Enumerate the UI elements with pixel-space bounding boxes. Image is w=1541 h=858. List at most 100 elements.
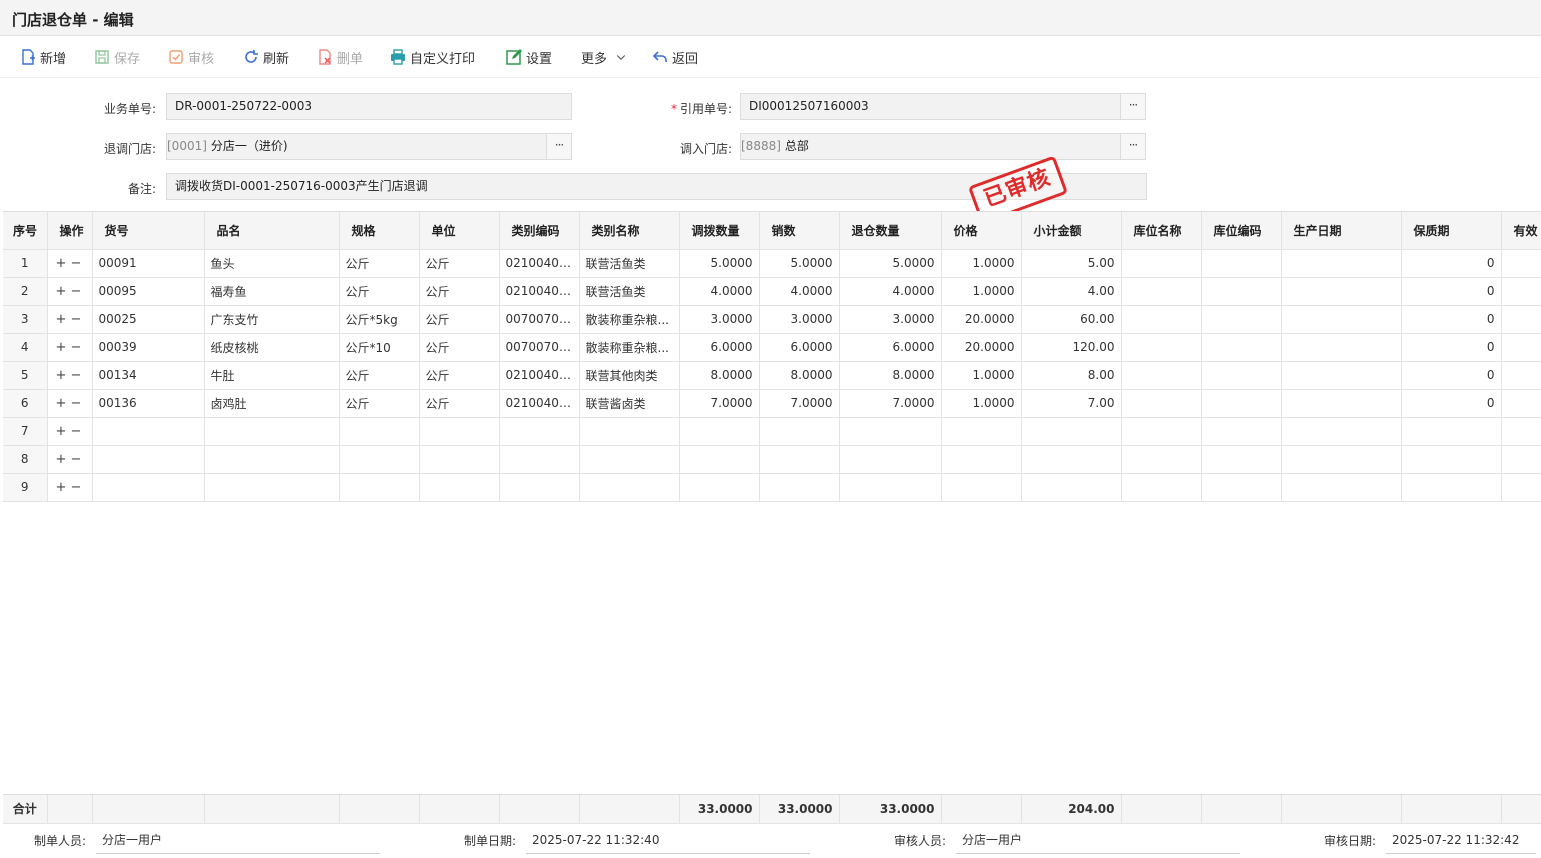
out-store-lookup-button[interactable]: ···	[546, 133, 572, 160]
save-button[interactable]: 保存	[94, 46, 140, 68]
cell-transfer-qty[interactable]: 5.0000	[679, 249, 760, 278]
cell-sales[interactable]: 7.0000	[759, 389, 840, 418]
cell-bin-name[interactable]	[1121, 445, 1202, 474]
cell-name[interactable]: 牛肚	[204, 361, 340, 390]
cell-price[interactable]: 1.0000	[941, 277, 1022, 306]
cell-cat-name[interactable]: 联营酱卤类	[579, 389, 680, 418]
in-store-lookup-button[interactable]: ···	[1120, 133, 1146, 160]
table-row[interactable]: 8 + −	[3, 445, 1541, 474]
cell-transfer-qty[interactable]: 4.0000	[679, 277, 760, 306]
cell-cat-name[interactable]: 联营其他肉类	[579, 361, 680, 390]
row-add-remove-buttons[interactable]: + −	[47, 249, 93, 278]
header-ops[interactable]: 操作	[47, 212, 93, 250]
cell-shelf-life[interactable]	[1401, 445, 1502, 474]
cell-bin-code[interactable]	[1201, 361, 1282, 390]
cell-return-qty[interactable]: 4.0000	[839, 277, 942, 306]
table-row[interactable]: 7 + −	[3, 417, 1541, 446]
cell-mfg-date[interactable]	[1281, 473, 1402, 502]
cell-subtotal[interactable]	[1021, 473, 1122, 502]
cell-valid[interactable]	[1501, 473, 1541, 502]
ref-no-lookup-button[interactable]: ···	[1120, 93, 1146, 120]
cell-unit[interactable]	[419, 473, 500, 502]
cell-price[interactable]: 20.0000	[941, 333, 1022, 362]
settings-button[interactable]: 设置	[506, 46, 552, 68]
cell-shelf-life[interactable]	[1401, 417, 1502, 446]
header-spec[interactable]: 规格	[339, 212, 420, 250]
header-cat-name[interactable]: 类别名称	[579, 212, 680, 250]
cell-bin-name[interactable]	[1121, 389, 1202, 418]
cell-mfg-date[interactable]	[1281, 445, 1402, 474]
cell-spec[interactable]: 公斤	[339, 277, 420, 306]
cell-shelf-life[interactable]: 0	[1401, 333, 1502, 362]
cell-cat-code[interactable]: 021004005	[499, 277, 580, 306]
ref-no-field[interactable]: DI00012507160003	[740, 93, 1121, 120]
cell-valid[interactable]	[1501, 249, 1541, 278]
cell-code[interactable]: 00134	[92, 361, 205, 390]
cell-return-qty[interactable]: 5.0000	[839, 249, 942, 278]
custom-print-button[interactable]: 自定义打印	[390, 46, 475, 68]
back-button[interactable]: 返回	[652, 46, 698, 68]
cell-return-qty[interactable]: 8.0000	[839, 361, 942, 390]
cell-unit[interactable]	[419, 445, 500, 474]
cell-code[interactable]: 00136	[92, 389, 205, 418]
cell-bin-code[interactable]	[1201, 473, 1282, 502]
cell-price[interactable]	[941, 445, 1022, 474]
cell-price[interactable]: 1.0000	[941, 361, 1022, 390]
row-add-remove-buttons[interactable]: + −	[47, 445, 93, 474]
cell-subtotal[interactable]: 60.00	[1021, 305, 1122, 334]
cell-spec[interactable]	[339, 445, 420, 474]
cell-unit[interactable]: 公斤	[419, 277, 500, 306]
cell-subtotal[interactable]: 120.00	[1021, 333, 1122, 362]
cell-shelf-life[interactable]: 0	[1401, 361, 1502, 390]
cell-bin-code[interactable]	[1201, 249, 1282, 278]
cell-transfer-qty[interactable]: 7.0000	[679, 389, 760, 418]
cell-cat-code[interactable]: 007007002	[499, 333, 580, 362]
table-row[interactable]: 4 + −00039 纸皮核桃 公斤*10 公斤 007007002 散装称重杂粮... 6.…	[3, 333, 1541, 362]
cell-return-qty[interactable]	[839, 473, 942, 502]
cell-cat-name[interactable]: 联营活鱼类	[579, 277, 680, 306]
cell-mfg-date[interactable]	[1281, 389, 1402, 418]
cell-name[interactable]: 鱼头	[204, 249, 340, 278]
cell-unit[interactable]	[419, 417, 500, 446]
cell-price[interactable]: 20.0000	[941, 305, 1022, 334]
cell-transfer-qty[interactable]	[679, 417, 760, 446]
table-row[interactable]: 5 + −00134 牛肚 公斤 公斤 021004003 联营其他肉类 8.0000 8.00…	[3, 361, 1541, 390]
cell-cat-name[interactable]	[579, 473, 680, 502]
cell-code[interactable]: 00025	[92, 305, 205, 334]
table-row[interactable]: 9 + −	[3, 473, 1541, 502]
cell-sales[interactable]: 3.0000	[759, 305, 840, 334]
cell-code[interactable]: 00039	[92, 333, 205, 362]
out-store-field[interactable]: [0001] 分店一（进价)	[166, 133, 547, 160]
cell-cat-code[interactable]: 021004004	[499, 389, 580, 418]
cell-shelf-life[interactable]: 0	[1401, 277, 1502, 306]
cell-return-qty[interactable]	[839, 445, 942, 474]
cell-return-qty[interactable]	[839, 417, 942, 446]
cell-subtotal[interactable]: 8.00	[1021, 361, 1122, 390]
cell-name[interactable]: 卤鸡肚	[204, 389, 340, 418]
cell-name[interactable]	[204, 417, 340, 446]
cell-sales[interactable]: 6.0000	[759, 333, 840, 362]
cell-subtotal[interactable]: 5.00	[1021, 249, 1122, 278]
cell-transfer-qty[interactable]: 8.0000	[679, 361, 760, 390]
header-cat-code[interactable]: 类别编码	[499, 212, 580, 250]
cell-transfer-qty[interactable]	[679, 473, 760, 502]
header-name[interactable]: 品名	[204, 212, 340, 250]
cell-transfer-qty[interactable]	[679, 445, 760, 474]
cell-valid[interactable]	[1501, 305, 1541, 334]
cell-unit[interactable]: 公斤	[419, 389, 500, 418]
more-button[interactable]: 更多	[581, 46, 627, 68]
row-add-remove-buttons[interactable]: + −	[47, 333, 93, 362]
cell-price[interactable]	[941, 417, 1022, 446]
cell-bin-name[interactable]	[1121, 333, 1202, 362]
cell-name[interactable]: 广东支竹	[204, 305, 340, 334]
cell-unit[interactable]: 公斤	[419, 333, 500, 362]
cell-spec[interactable]: 公斤*10	[339, 333, 420, 362]
cell-valid[interactable]	[1501, 361, 1541, 390]
cell-bin-name[interactable]	[1121, 473, 1202, 502]
cell-spec[interactable]: 公斤	[339, 389, 420, 418]
cell-sales[interactable]: 8.0000	[759, 361, 840, 390]
cell-code[interactable]	[92, 473, 205, 502]
cell-sales[interactable]	[759, 445, 840, 474]
cell-name[interactable]: 福寿鱼	[204, 277, 340, 306]
cell-name[interactable]: 纸皮核桃	[204, 333, 340, 362]
